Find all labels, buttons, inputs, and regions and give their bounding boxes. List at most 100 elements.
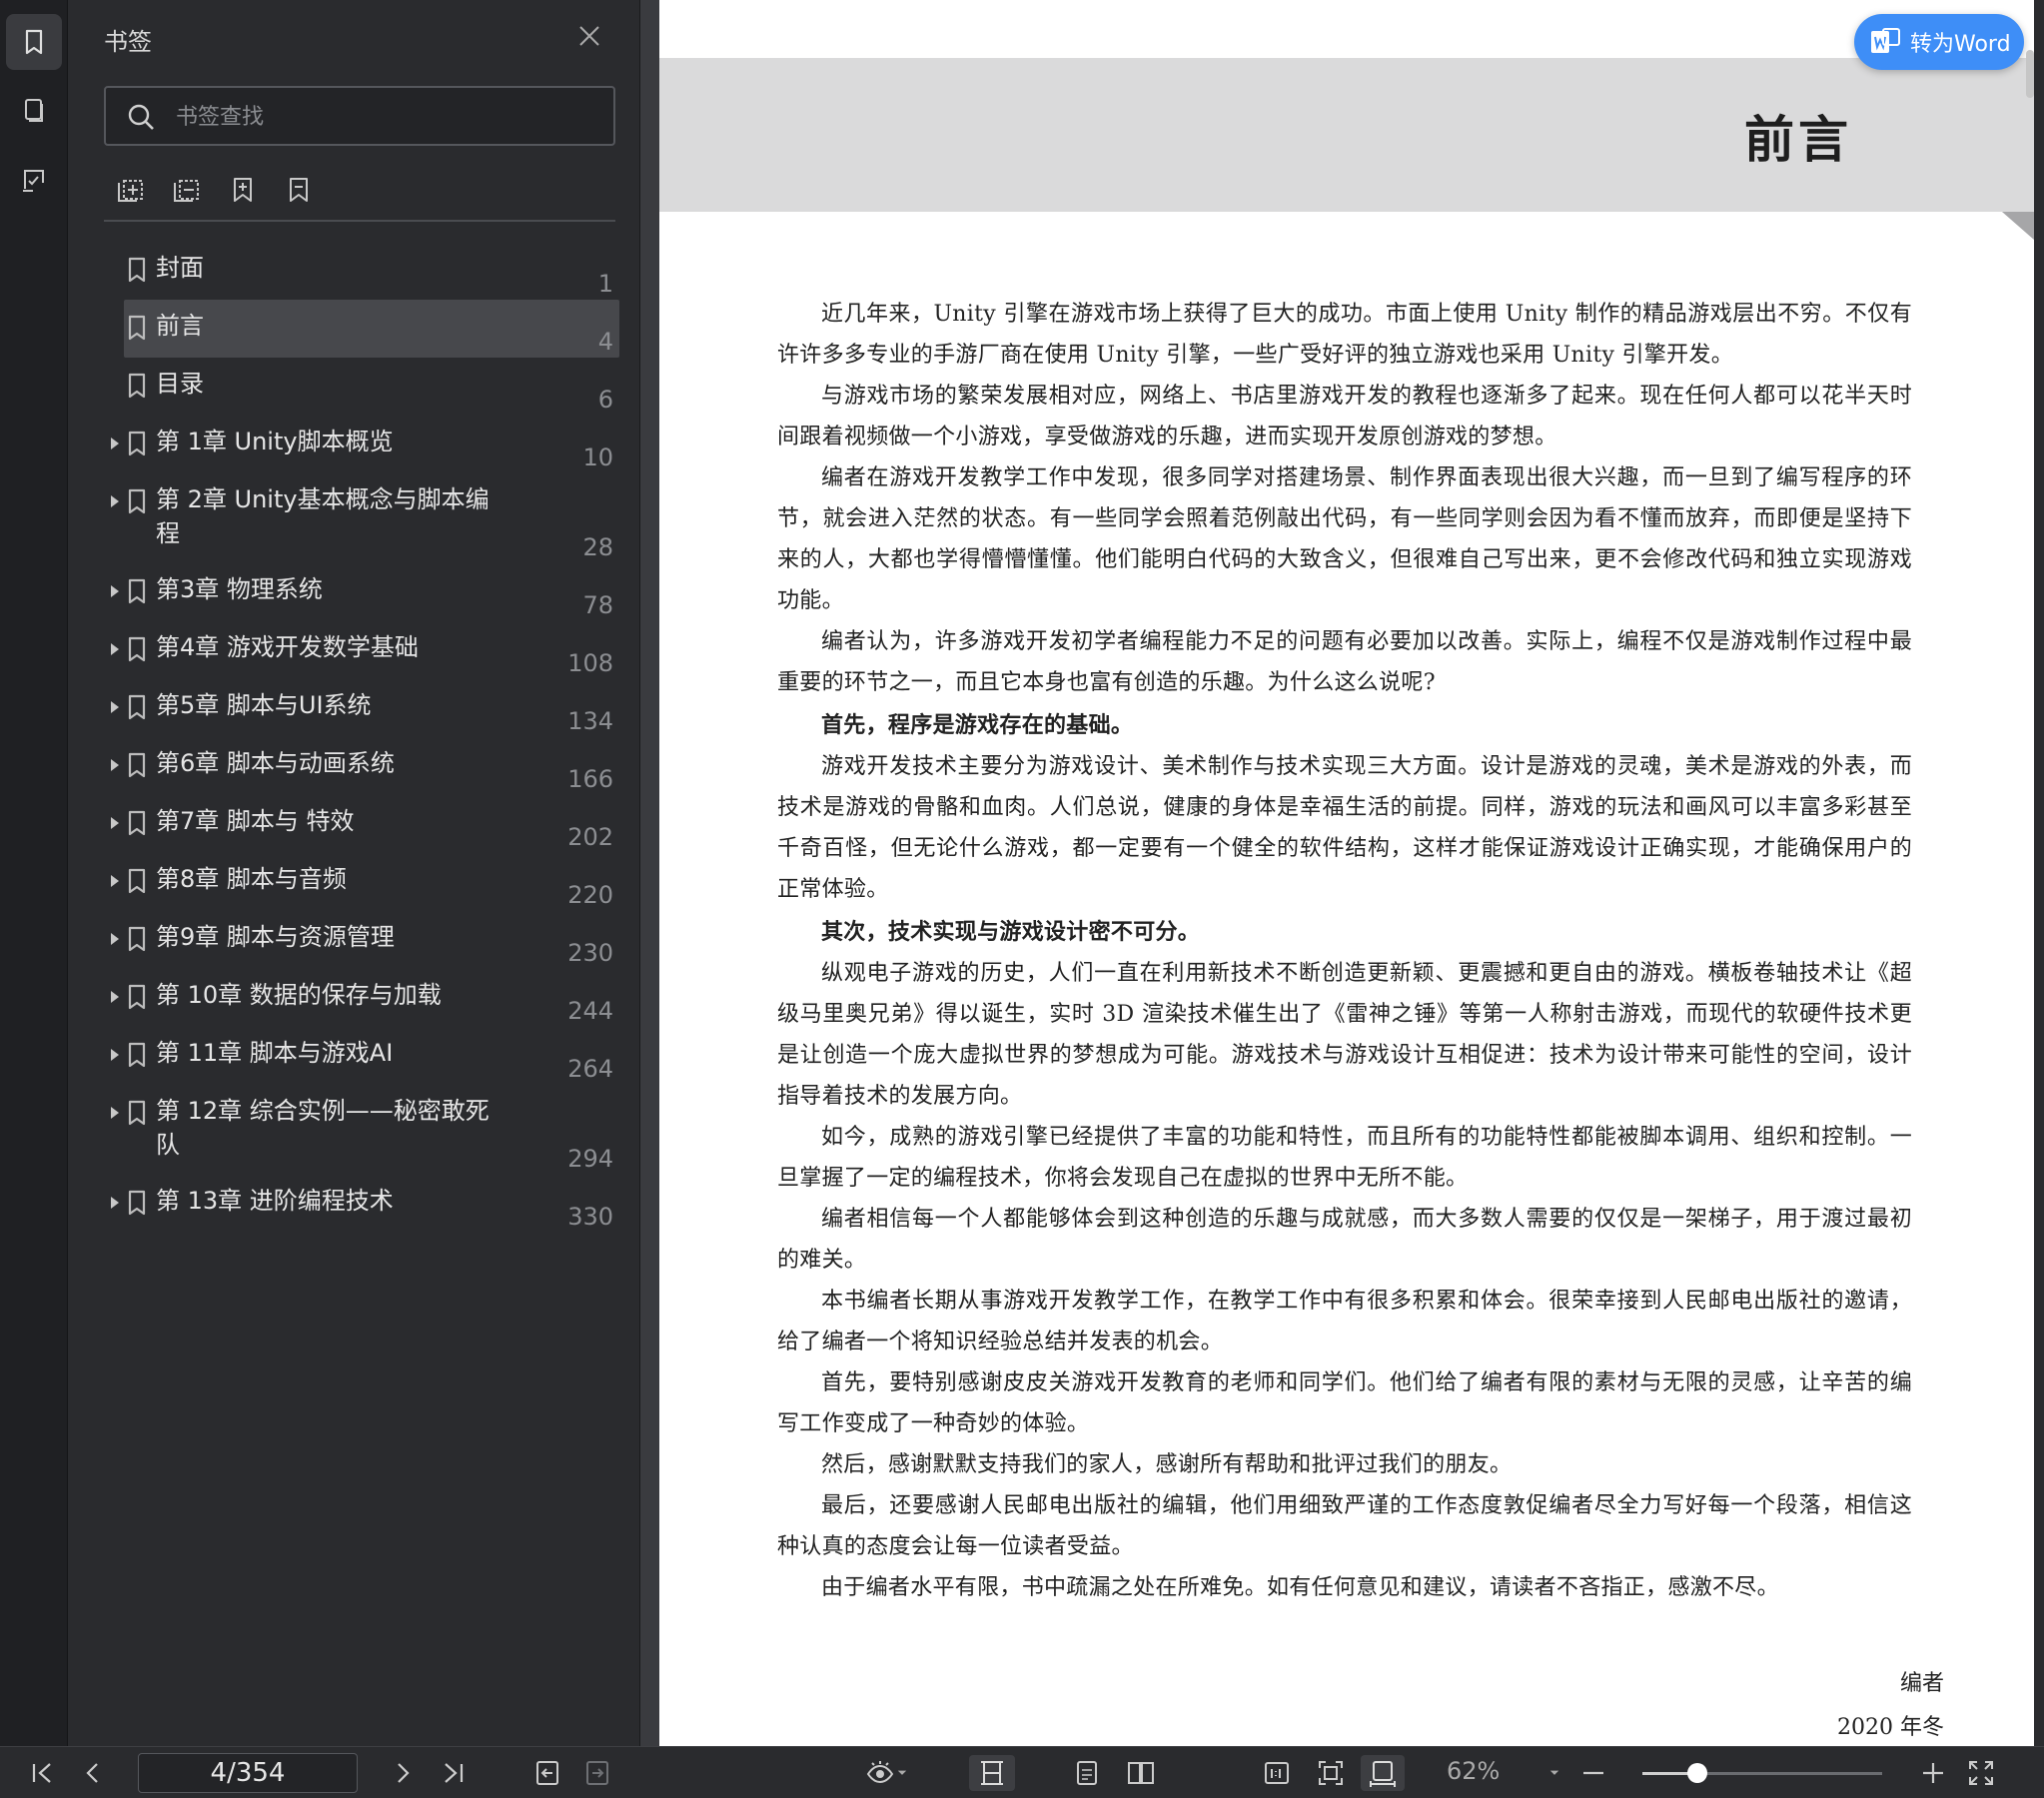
panel-divider — [104, 220, 615, 222]
forward-icon — [586, 1761, 608, 1785]
bookmark-page-number: 230 — [567, 939, 613, 967]
expand-caret-icon[interactable] — [108, 491, 122, 511]
back-button[interactable] — [529, 1755, 565, 1791]
body-paragraph: 如今，成熟的游戏引擎已经提供了丰富的功能和特性，而且所有的功能特性都能被脚本调用… — [777, 1125, 1912, 1191]
chevron-right-icon — [398, 1763, 410, 1783]
bookmark-item[interactable]: 前言 4 — [92, 300, 639, 358]
single-page-icon — [1077, 1761, 1097, 1785]
bookmark-item[interactable]: 目录 6 — [92, 358, 639, 416]
bookmark-item[interactable]: 第 10章 数据的保存与加载 244 — [92, 969, 639, 1027]
bookmark-item[interactable]: 封面 1 — [92, 242, 639, 300]
bookmark-item[interactable]: 第7章 脚本与 特效 202 — [92, 795, 639, 853]
bookmark-icon — [128, 488, 146, 514]
bookmark-item[interactable]: 第4章 游戏开发数学基础 108 — [92, 621, 639, 679]
expand-caret-icon[interactable] — [108, 871, 122, 891]
fullscreen-button[interactable] — [1964, 1755, 1998, 1791]
bookmark-icon — [128, 1190, 146, 1216]
bookmark-item[interactable]: 第3章 物理系统 78 — [92, 563, 639, 621]
forward-button[interactable] — [579, 1755, 615, 1791]
actual-size-icon — [1265, 1762, 1289, 1784]
bookmark-item[interactable]: 第8章 脚本与音频 220 — [92, 853, 639, 911]
document-viewer: 前言 转为Word 近几年来，Unity 引擎在游戏市场上获得了巨大的成功。市面… — [659, 0, 2034, 1746]
body-paragraph: 然后，感谢默默支持我们的家人，感谢所有帮助和批评过我们的朋友。 — [821, 1452, 1513, 1477]
expand-caret-icon[interactable] — [108, 755, 122, 775]
side-rail — [0, 0, 68, 1746]
first-page-button[interactable] — [26, 1755, 60, 1791]
signature-date: 2020 年冬 — [1837, 1715, 1944, 1740]
annotation-icon — [23, 170, 44, 192]
zoom-in-button[interactable] — [1918, 1755, 1948, 1791]
continuous-scroll-icon — [981, 1761, 1003, 1785]
bookmark-page-number: 1 — [597, 270, 613, 298]
add-bookmark-button[interactable] — [226, 172, 260, 208]
expand-caret-icon[interactable] — [108, 1103, 122, 1123]
bookmark-item[interactable]: 第 13章 进阶编程技术 330 — [92, 1175, 639, 1233]
bookmark-item[interactable]: 第 12章 综合实例——秘密敢死队 294 — [92, 1085, 639, 1175]
next-page-button[interactable] — [386, 1755, 420, 1791]
zoom-slider-knob[interactable] — [1687, 1763, 1708, 1783]
single-page-scroll-button[interactable] — [969, 1755, 1015, 1791]
panel-splitter[interactable] — [639, 0, 659, 1746]
bookmark-label: 第 10章 数据的保存与加载 — [156, 981, 442, 1009]
bookmark-page-number: 78 — [582, 591, 613, 619]
body-paragraph: 编者在游戏开发教学工作中发现，很多同学对搭建场景、制作界面表现出很大兴趣，而一旦… — [777, 465, 1912, 613]
page-body: 近几年来，Unity 引擎在游戏市场上获得了巨大的成功。市面上使用 Unity … — [777, 294, 1912, 1608]
thumbnail-panel-button[interactable] — [6, 82, 62, 138]
bookmark-item[interactable]: 第 2章 Unity基本概念与脚本编程 28 — [92, 473, 639, 563]
expand-caret-icon[interactable] — [108, 581, 122, 601]
convert-to-word-button[interactable]: 转为Word — [1854, 14, 2024, 70]
bookmark-label: 第3章 物理系统 — [156, 575, 323, 603]
expand-all-button[interactable] — [114, 172, 148, 208]
bookmark-label: 前言 — [156, 312, 204, 340]
bookmark-item[interactable]: 第9章 脚本与资源管理 230 — [92, 911, 639, 969]
bookmark-page-number: 4 — [597, 328, 613, 356]
previous-page-button[interactable] — [76, 1755, 110, 1791]
expand-caret-icon[interactable] — [108, 1045, 122, 1065]
collapse-all-button[interactable] — [170, 172, 204, 208]
plus-icon — [1923, 1763, 1943, 1783]
expand-caret-icon[interactable] — [108, 813, 122, 833]
last-page-button[interactable] — [436, 1755, 470, 1791]
zoom-dropdown-button[interactable] — [1544, 1755, 1564, 1791]
fit-width-button[interactable] — [1361, 1755, 1405, 1791]
close-icon — [579, 26, 599, 46]
bookmark-label: 目录 — [156, 370, 204, 398]
chevron-down-icon — [1549, 1770, 1559, 1775]
bookmark-item[interactable]: 第 1章 Unity脚本概览 10 — [92, 416, 639, 473]
expand-caret-icon[interactable] — [108, 929, 122, 949]
zoom-slider[interactable] — [1642, 1763, 1882, 1783]
bookmark-search-input[interactable] — [176, 98, 595, 136]
close-panel-button[interactable] — [575, 22, 603, 50]
zoom-out-button[interactable] — [1578, 1755, 1608, 1791]
page-number-field[interactable]: 4/354 — [138, 1753, 358, 1793]
expand-caret-icon[interactable] — [108, 639, 122, 659]
fit-page-button[interactable] — [1313, 1755, 1349, 1791]
bookmark-label: 第7章 脚本与 特效 — [156, 807, 355, 835]
bookmark-item[interactable]: 第6章 脚本与动画系统 166 — [92, 737, 639, 795]
bookmark-label: 第 2章 Unity基本概念与脚本编程 — [156, 485, 490, 547]
actual-size-button[interactable] — [1259, 1755, 1295, 1791]
bookmark-item[interactable]: 第5章 脚本与UI系统 134 — [92, 679, 639, 737]
eye-protection-button[interactable] — [859, 1755, 915, 1791]
bookmark-search-box[interactable] — [104, 86, 615, 146]
eye-icon — [866, 1761, 894, 1784]
body-paragraph: 由于编者水平有限，书中疏漏之处在所难免。如有任何意见和建议，请读者不吝指正，感激… — [821, 1575, 1779, 1600]
annotation-panel-button[interactable] — [6, 152, 62, 208]
body-heading: 首先，程序是游戏存在的基础。 — [821, 713, 1134, 738]
vertical-scrollbar-thumb[interactable] — [2026, 50, 2034, 98]
bookmark-icon — [128, 315, 146, 341]
zoom-level[interactable]: 62% — [1447, 1757, 1500, 1785]
body-paragraph: 近几年来，Unity 引擎在游戏市场上获得了巨大的成功。市面上使用 Unity … — [777, 302, 1912, 368]
bookmark-label: 第 12章 综合实例——秘密敢死队 — [156, 1097, 490, 1159]
expand-caret-icon[interactable] — [108, 987, 122, 1007]
expand-caret-icon[interactable] — [108, 434, 122, 453]
delete-bookmark-button[interactable] — [282, 172, 316, 208]
bookmark-item[interactable]: 第 11章 脚本与游戏AI 264 — [92, 1027, 639, 1085]
expand-caret-icon[interactable] — [108, 697, 122, 717]
bookmark-panel-button[interactable] — [6, 14, 62, 70]
expand-caret-icon[interactable] — [108, 1193, 122, 1213]
two-page-view-button[interactable] — [1121, 1755, 1161, 1791]
single-page-view-button[interactable] — [1069, 1755, 1105, 1791]
bookmark-icon — [128, 752, 146, 778]
bookmark-page-number: 10 — [582, 444, 613, 471]
